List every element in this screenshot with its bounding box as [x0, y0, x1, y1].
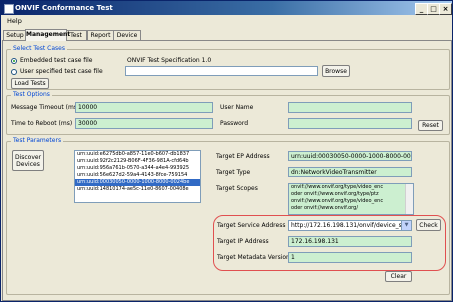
password-input[interactable] [288, 118, 412, 129]
user-name-label: User Name [220, 104, 254, 111]
tab-management[interactable]: Management [25, 29, 70, 41]
target-service-label: Target Service Address [217, 222, 286, 229]
close-button[interactable]: × [439, 3, 452, 15]
menu-bar: Help [1, 15, 452, 27]
menu-help[interactable]: Help [7, 15, 22, 27]
tab-device[interactable]: Device [113, 30, 141, 40]
device-list-item[interactable]: urn:uuid:956a761b-0570-a344-a4e4-993925 [75, 165, 200, 172]
user-file-input[interactable] [125, 66, 318, 76]
message-timeout-label: Message Timeout (ms) [11, 104, 80, 111]
user-name-input[interactable] [288, 102, 412, 113]
device-list-item[interactable]: urn:uuid:14810174-ae5c-11e0-8607-00408e [75, 186, 200, 193]
target-metadata-label: Target Metadata Version [217, 254, 290, 261]
scope-line: onvif://www.onvif.org/type/video_enc [291, 198, 384, 204]
target-ep-field[interactable]: urn:uuid:00030050-0000-1000-8000-0024be [288, 151, 412, 161]
password-label: Password [220, 120, 249, 127]
target-ip-field[interactable]: 172.16.198.131 [288, 236, 412, 247]
reset-button[interactable]: Reset [418, 120, 443, 131]
window-title: ONVIF Conformance Test [15, 4, 113, 12]
user-file-label: User specified test case file [20, 68, 103, 75]
tab-report[interactable]: Report [87, 30, 114, 40]
browse-button[interactable]: Browse [322, 65, 350, 77]
device-list-item[interactable]: urn:uuid:e6275db0-a857-11e0-b607-db1837 [75, 151, 200, 158]
test-parameters-group: Test Parameters Discover Devices urn:uui… [6, 137, 450, 295]
device-list-item-selected[interactable]: urn:uuid:00030050-0000-1000-8000-0024be [75, 179, 200, 186]
app-icon [4, 4, 14, 14]
target-ip-label: Target IP Address [217, 238, 269, 245]
clear-button[interactable]: Clear [385, 271, 412, 282]
user-file-radio[interactable] [11, 69, 17, 75]
scopes-scrollbar[interactable] [405, 184, 413, 214]
embedded-radio[interactable] [11, 58, 17, 64]
device-list-item[interactable]: urn:uuid:92f2c2129-B06F-4F36-981A-cfd64b [75, 158, 200, 165]
title-bar: ONVIF Conformance Test _ □ × [1, 1, 452, 15]
scope-line: oder onvif://www.onvif.org/type/ptz [291, 191, 379, 197]
time-to-reboot-label: Time to Reboot (ms) [11, 120, 73, 127]
target-ep-label: Target EP Address [216, 153, 270, 160]
chevron-down-icon[interactable]: ▼ [401, 221, 411, 230]
check-button[interactable]: Check [416, 219, 441, 231]
embedded-label: Embedded test case file [20, 57, 93, 64]
select-test-cases-group: Select Test Cases Embedded test case fil… [6, 45, 450, 90]
target-service-value: http://172.16.198.131/onvif/device_s [291, 222, 402, 229]
target-service-dropdown[interactable]: http://172.16.198.131/onvif/device_s ▼ [288, 220, 412, 231]
app-window: ONVIF Conformance Test _ □ × Help Setup … [0, 0, 453, 302]
target-scopes-label: Target Scopes [216, 185, 258, 192]
select-test-cases-legend: Select Test Cases [11, 45, 67, 53]
spec-name: ONVIF Test Specification 1.0 [127, 57, 212, 64]
scope-line: onvif://www.onvif.org/type/video_enc [291, 184, 384, 190]
message-timeout-input[interactable]: 10000 [75, 102, 213, 113]
target-type-label: Target Type [216, 169, 251, 176]
scope-line: oder onvif://www.onvif.org/ [291, 205, 359, 211]
target-metadata-field[interactable]: 1 [288, 252, 412, 263]
test-options-group: Test Options Message Timeout (ms) 10000 … [6, 91, 450, 135]
target-type-field[interactable]: dn:NetworkVideoTransmitter [288, 167, 412, 177]
device-list-item[interactable]: urn:uuid:56e627d2-59a4-4143-8fce-759154 [75, 172, 200, 179]
tab-setup[interactable]: Setup [3, 30, 27, 40]
tab-content: Select Test Cases Embedded test case fil… [2, 40, 452, 301]
discover-devices-button[interactable]: Discover Devices [12, 150, 44, 171]
target-scopes-field[interactable]: onvif://www.onvif.org/type/video_enc ode… [288, 183, 414, 215]
time-to-reboot-input[interactable]: 30000 [75, 118, 213, 129]
test-parameters-legend: Test Parameters [11, 137, 64, 145]
load-tests-button[interactable]: Load Tests [11, 78, 49, 89]
test-options-legend: Test Options [11, 91, 52, 99]
device-list[interactable]: urn:uuid:e6275db0-a857-11e0-b607-db1837 … [74, 150, 201, 203]
